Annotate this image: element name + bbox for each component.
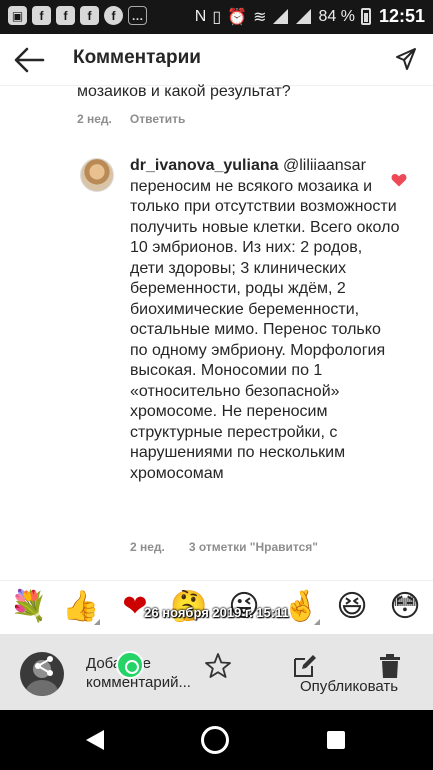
facebook-icon: f [32, 6, 51, 25]
signal-icon [273, 9, 289, 24]
nav-home-icon[interactable] [201, 726, 229, 754]
previous-comment-meta: 2 нед. Ответить [77, 112, 185, 126]
system-indicators: N ▯ ⏰ ≋ 84 % 12:51 [195, 6, 425, 27]
vibrate-icon: ▯ [212, 8, 222, 26]
back-arrow-icon[interactable] [12, 44, 46, 76]
whatsapp-icon[interactable] [116, 651, 144, 679]
emoji-heart[interactable]: ❤ [117, 589, 153, 625]
emoji-crossed-fingers[interactable]: 🤞 [282, 589, 320, 625]
trash-icon[interactable] [379, 653, 401, 679]
previous-comment-time: 2 нед. [77, 112, 112, 126]
nfc-icon: N [194, 7, 207, 25]
signal-icon [296, 9, 312, 24]
notification-icons: ▣ f f f f … [8, 6, 147, 25]
star-icon[interactable] [204, 652, 232, 680]
comment-author[interactable]: dr_ivanova_yuliana [130, 157, 279, 174]
page-title: Комментарии [73, 47, 201, 68]
previous-comment-text: мозаиков и какой результат? [77, 83, 291, 100]
compose-bar: Добавьте комментарий... Опубликовать [0, 634, 433, 710]
emoji-quick-bar: 💐 👍 ❤ 🤔 😜 🤞 😆 😳 [0, 580, 433, 634]
direct-send-icon[interactable] [395, 47, 417, 71]
comment-text-block: dr_ivanova_yuliana @liliiaansar переноси… [130, 156, 400, 484]
skin-tone-indicator [314, 619, 320, 625]
emoji-laughing-face[interactable]: 😆 [334, 589, 370, 625]
alarm-icon: ⏰ [227, 8, 248, 26]
edit-icon[interactable] [292, 653, 318, 679]
wifi-icon: ≋ [253, 8, 267, 26]
emoji-winking-tongue-face[interactable]: 😜 [226, 589, 262, 625]
emoji-thinking-face[interactable]: 🤔 [170, 589, 207, 625]
nav-back-icon[interactable] [84, 728, 106, 752]
android-nav-bar [0, 710, 433, 770]
battery-percent: 84 % [318, 7, 355, 25]
publish-button[interactable]: Опубликовать [300, 678, 398, 695]
comment-input[interactable]: Добавьте комментарий... [86, 654, 206, 692]
facebook-icon: f [104, 6, 123, 25]
share-icon[interactable] [32, 654, 56, 678]
comment-time: 2 нед. [130, 540, 165, 554]
comment-text: переносим не всякого мозаика и только пр… [130, 177, 400, 482]
like-heart-icon[interactable] [391, 173, 407, 187]
likes-count[interactable]: 3 отметки "Нравится" [189, 540, 318, 554]
skin-tone-indicator [94, 619, 100, 625]
facebook-icon: f [80, 6, 99, 25]
gallery-icon: ▣ [8, 6, 27, 25]
nav-recents-icon[interactable] [327, 731, 345, 749]
status-bar: ▣ f f f f … N ▯ ⏰ ≋ 84 % 12:51 [0, 0, 433, 34]
facebook-icon: f [56, 6, 75, 25]
battery-icon [360, 8, 371, 25]
avatar[interactable] [80, 158, 114, 192]
emoji-thumbs-up[interactable]: 👍 [62, 589, 100, 625]
comment-meta: 2 нед. 3 отметки "Нравится" [130, 540, 318, 554]
emoji-flushed-face[interactable]: 😳 [387, 589, 423, 625]
reply-button[interactable]: Ответить [130, 112, 185, 126]
more-icon: … [128, 6, 147, 25]
clock: 12:51 [378, 6, 425, 26]
emoji-bouquet[interactable]: 💐 [10, 589, 47, 625]
comment-mention[interactable]: @liliiaansar [283, 157, 366, 174]
app-header: Комментарии [0, 34, 433, 86]
